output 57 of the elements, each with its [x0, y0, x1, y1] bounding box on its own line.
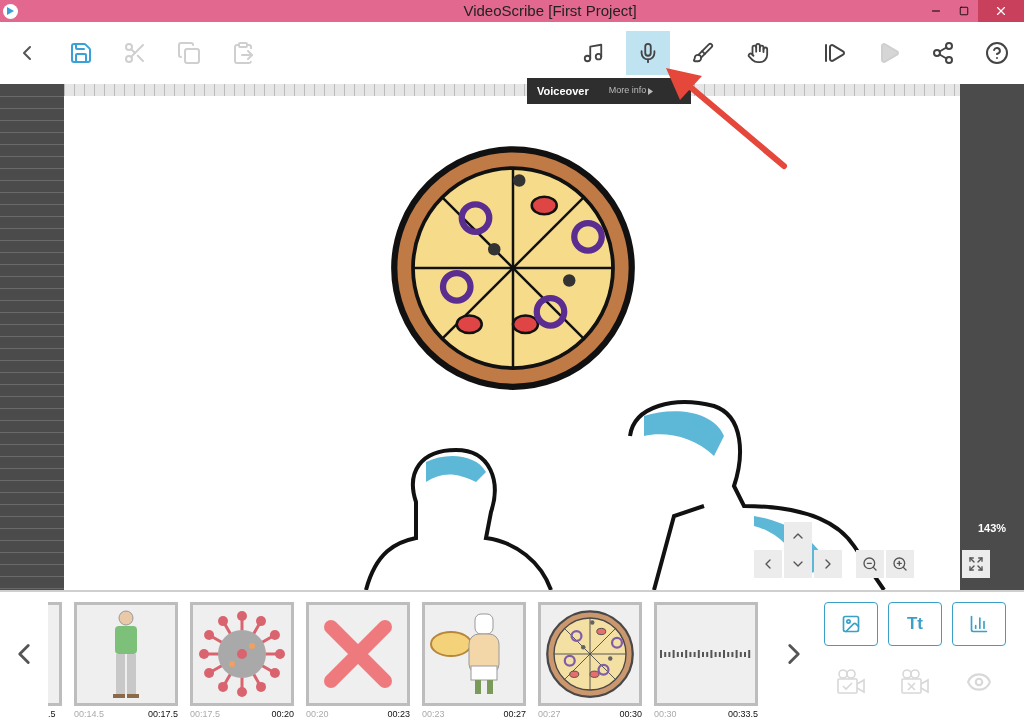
- end-time: 00:33.5: [727, 708, 758, 721]
- pan-left-button[interactable]: [754, 550, 782, 578]
- end-time: 00:17.5: [147, 708, 178, 721]
- thumbnail-card[interactable]: [538, 602, 642, 706]
- zoom-out-button[interactable]: [856, 550, 884, 578]
- camera-check-icon: [836, 669, 866, 695]
- hand-icon: [747, 42, 769, 64]
- voiceover-tab[interactable]: [626, 31, 670, 75]
- zoom-level: 143%: [976, 520, 1008, 536]
- chart-icon: [969, 614, 989, 634]
- add-chart-button[interactable]: [952, 602, 1006, 646]
- thumbnail-card[interactable]: [422, 602, 526, 706]
- save-icon: [69, 41, 93, 65]
- thumbnail-card[interactable]: [74, 602, 178, 706]
- camera-x-icon: [900, 669, 930, 695]
- end-time: 00:23: [387, 708, 410, 721]
- end-time: 00:30: [619, 708, 642, 721]
- triangle-icon: [648, 87, 654, 95]
- thumbnail-card[interactable]: [190, 602, 294, 706]
- window-title: VideoScribe [First Project]: [462, 0, 638, 21]
- app-icon: [3, 3, 18, 19]
- more-info-link[interactable]: More info: [608, 84, 654, 98]
- scissors-icon: [123, 41, 147, 65]
- zoom-out-icon: [862, 556, 878, 572]
- image-icon: [841, 614, 861, 634]
- brush-icon: [692, 42, 714, 64]
- pan-up-button[interactable]: [784, 522, 812, 550]
- start-time: 00:30: [654, 708, 677, 721]
- help-icon: [985, 41, 1009, 65]
- copy-icon: [177, 41, 201, 65]
- add-image-button[interactable]: [824, 602, 878, 646]
- share-icon: [931, 41, 955, 65]
- start-time: 00:23: [422, 708, 445, 721]
- thumbnail-card[interactable]: [306, 602, 410, 706]
- music-note-icon: [582, 42, 604, 64]
- start-time: 00:14.5: [74, 708, 105, 721]
- start-time: 00:27: [538, 708, 561, 721]
- pan-right-button[interactable]: [814, 550, 842, 578]
- zoom-in-icon: [892, 556, 908, 572]
- tooltip-title: Voiceover: [537, 83, 589, 99]
- end-time: 00:27: [503, 708, 526, 721]
- zoom-in-button[interactable]: [886, 550, 914, 578]
- start-time: 00:20: [306, 708, 329, 721]
- end-time: 00:20: [271, 708, 294, 721]
- fit-screen-button[interactable]: [962, 550, 990, 578]
- expand-icon: [968, 556, 984, 572]
- pan-down-button[interactable]: [784, 550, 812, 578]
- thumbnail-card[interactable]: [48, 602, 62, 706]
- close-icon: [994, 4, 1008, 18]
- start-time: 00:17.5: [190, 708, 221, 721]
- close-button[interactable]: [978, 0, 1024, 22]
- thumbnail-card[interactable]: [654, 602, 758, 706]
- restore-icon: [959, 6, 969, 16]
- step-forward-icon: [823, 41, 847, 65]
- paste-icon: [231, 41, 255, 65]
- cross-drawing: [323, 619, 393, 689]
- end-time: .5: [48, 708, 57, 721]
